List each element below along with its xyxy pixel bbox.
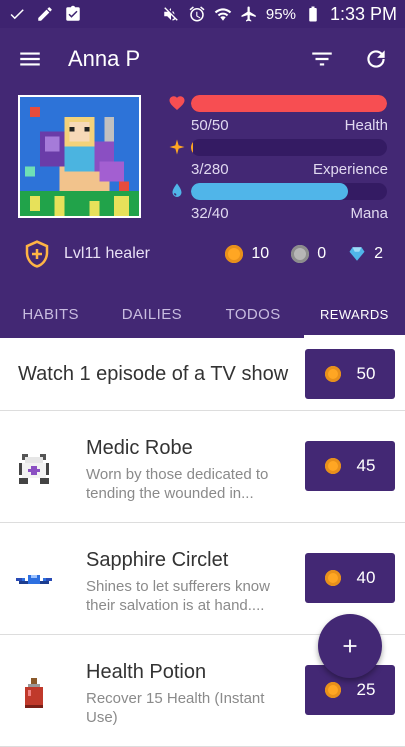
experience-bar: 3/280 Experience — [168, 138, 388, 182]
buy-button[interactable]: 45 — [305, 441, 395, 491]
silver-coin-icon — [291, 245, 310, 263]
gold-display: 10 — [225, 245, 269, 263]
airplane-icon — [241, 6, 256, 22]
gold-coin-icon — [324, 366, 341, 382]
task-tabs: HABITS DAILIES TODOS REWARDS — [0, 290, 405, 338]
stat-bars: 50/50 Health 3/280 Experience 32/40 Mana — [168, 94, 388, 226]
status-bar: 95% 1:33 PM — [0, 0, 405, 28]
plus-icon — [343, 639, 357, 653]
menu-icon — [20, 52, 40, 66]
tab-dailies[interactable]: DAILIES — [101, 290, 202, 338]
gold-coin-icon — [324, 570, 341, 586]
mana-drop-icon — [172, 183, 182, 197]
list-item[interactable]: Watch 1 episode of a TV show 50 — [0, 338, 405, 411]
list-item[interactable]: Medic Robe Worn by those dedicated to te… — [0, 411, 405, 523]
app-bar: Anna P — [0, 28, 405, 90]
currencies: 10 0 2 — [225, 245, 383, 263]
gold-coin-icon — [225, 245, 244, 263]
reward-title: Medic Robe — [86, 437, 193, 459]
potion-icon — [25, 678, 43, 708]
tab-rewards[interactable]: REWARDS — [303, 290, 405, 338]
gems-amount: 2 — [374, 245, 383, 262]
reward-price: 50 — [356, 364, 376, 383]
check-icon — [10, 9, 24, 20]
add-reward-button[interactable] — [318, 614, 382, 678]
buy-button[interactable]: 50 — [305, 349, 395, 399]
mana-bar: 32/40 Mana — [168, 182, 388, 226]
avatar[interactable] — [18, 95, 141, 218]
avatar-pixel-art — [20, 97, 139, 216]
heart-icon — [169, 96, 185, 111]
star-icon — [169, 139, 185, 155]
reward-description: Recover 15 Health (Instant Use) — [86, 690, 265, 726]
health-fill — [191, 95, 387, 112]
wifi-icon — [214, 8, 232, 21]
user-name: Anna P — [68, 46, 141, 71]
healer-shield-icon — [25, 240, 49, 268]
mana-value: 32/40 — [191, 205, 229, 222]
profile-header: Anna P 50/50 Health 3/280 Experience 32/… — [0, 28, 405, 338]
health-value: 50/50 — [191, 117, 229, 134]
refresh-icon[interactable] — [363, 46, 389, 72]
gems-display[interactable]: 2 — [348, 245, 383, 263]
reward-title: Health Potion — [86, 661, 207, 683]
buy-button[interactable]: 40 — [305, 553, 395, 603]
battery-percent: 95% — [265, 5, 296, 23]
health-label: Health — [344, 117, 388, 134]
reward-price: 25 — [356, 680, 376, 699]
experience-fill — [191, 139, 194, 156]
health-track — [191, 95, 387, 112]
gold-coin-icon — [324, 682, 341, 698]
pencil-icon — [38, 7, 52, 21]
clipboard-icon — [66, 5, 80, 21]
silver-display: 0 — [291, 245, 326, 263]
class-row: Lvl11 healer 10 0 2 — [0, 236, 405, 272]
mana-track — [191, 183, 387, 200]
experience-track — [191, 139, 387, 156]
reward-price: 40 — [356, 568, 376, 587]
gold-coin-icon — [324, 458, 341, 474]
gold-amount: 10 — [251, 245, 270, 262]
reward-title: Sapphire Circlet — [86, 549, 229, 571]
reward-price: 45 — [356, 456, 376, 475]
mana-fill — [191, 183, 348, 200]
filter-icon[interactable] — [309, 46, 335, 72]
robe-icon — [19, 454, 49, 484]
menu-button[interactable] — [16, 45, 44, 73]
gem-icon — [349, 247, 365, 261]
reward-description: Worn by those dedicated to tending the w… — [86, 466, 269, 502]
silver-amount: 0 — [317, 245, 327, 262]
health-bar: 50/50 Health — [168, 94, 388, 138]
reward-description: Shines to let sufferers know their salva… — [86, 578, 270, 614]
tab-todos[interactable]: TODOS — [203, 290, 304, 338]
class-level-text: Lvl11 healer — [64, 245, 150, 262]
alarm-icon — [189, 6, 205, 22]
clock: 1:33 PM — [329, 3, 397, 24]
mute-icon — [164, 7, 178, 21]
experience-value: 3/280 — [191, 161, 229, 178]
battery-icon — [309, 6, 317, 22]
mana-label: Mana — [350, 205, 388, 222]
circlet-icon — [16, 575, 52, 584]
reward-title: Watch 1 episode of a TV show — [18, 363, 289, 385]
experience-label: Experience — [312, 161, 388, 178]
profile-section: 50/50 Health 3/280 Experience 32/40 Mana — [0, 90, 405, 240]
tab-habits[interactable]: HABITS — [0, 290, 101, 338]
